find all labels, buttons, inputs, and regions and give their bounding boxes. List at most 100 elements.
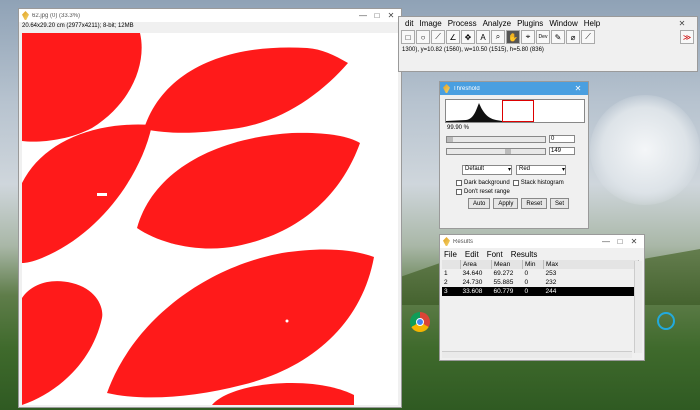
threshold-window[interactable]: Threshold ✕ 99.90 % 0 149 Default ▾ Red ▾ … — [439, 81, 589, 229]
threshold-title: Threshold — [453, 85, 480, 92]
results-vertical-scrollbar[interactable] — [634, 261, 642, 353]
results-horizontal-scrollbar[interactable] — [442, 351, 632, 358]
image-window-titlebar[interactable]: 62.jpg (0) (33.3%) — □ ✕ — [19, 9, 401, 22]
text-tool-icon[interactable]: A — [476, 30, 490, 44]
threshold-options: Dark background Stack histogram Don't re… — [456, 180, 588, 195]
minimize-icon[interactable]: — — [599, 237, 613, 246]
power-icon[interactable] — [657, 312, 675, 330]
threshold-dropdowns: Default ▾ Red ▾ — [462, 165, 588, 175]
table-cell: 55.885 — [493, 279, 514, 286]
table-row[interactable]: 1 34.640 69.272 0 253 — [442, 269, 639, 278]
results-menu-font[interactable]: Font — [487, 250, 503, 260]
results-menu-edit[interactable]: Edit — [465, 250, 479, 260]
threshold-range-box — [502, 100, 534, 122]
leaf — [107, 249, 374, 398]
table-cell: 24.730 — [462, 279, 483, 286]
leaf-spot — [285, 319, 289, 323]
results-title: Results — [453, 238, 474, 245]
apply-button[interactable]: Apply — [493, 198, 519, 209]
column-header[interactable]: Area — [460, 260, 492, 269]
method-select[interactable]: Default ▾ — [462, 165, 512, 175]
angle-tool-icon[interactable]: ∠ — [446, 30, 460, 44]
close-icon[interactable]: ✕ — [675, 19, 689, 29]
table-cell: 60.779 — [491, 287, 523, 296]
table-cell: 3 — [442, 287, 461, 296]
threshold-percent: 99.90 % — [447, 125, 470, 131]
dev-tool-icon[interactable]: Dev — [536, 30, 550, 44]
chevron-down-icon: ▾ — [561, 167, 565, 173]
results-table: Area Mean Min Max 1 34.640 69.272 0 253 … — [442, 260, 639, 296]
oval-tool-icon[interactable]: ○ — [416, 30, 430, 44]
leaf-image — [22, 33, 374, 405]
magnifier-tool-icon[interactable]: ⌕ — [491, 30, 505, 44]
leaf — [22, 281, 103, 405]
image-canvas[interactable] — [22, 33, 398, 405]
imagej-main-window[interactable]: dit Image Process Analyze Plugins Window… — [398, 16, 698, 72]
threshold-buttons: Auto Apply Reset Set — [468, 198, 588, 209]
minimize-icon[interactable]: — — [356, 11, 370, 20]
table-cell: 0 — [522, 287, 544, 296]
min-threshold-slider[interactable] — [446, 135, 546, 143]
dont-reset-checkbox[interactable] — [456, 189, 462, 195]
column-header[interactable]: Mean — [491, 260, 523, 269]
table-cell: 244 — [543, 287, 639, 296]
column-header[interactable]: Min — [522, 260, 544, 269]
rectangle-tool-icon[interactable]: □ — [401, 30, 415, 44]
mode-select[interactable]: Red ▾ — [516, 165, 566, 175]
menu-edit[interactable]: dit — [405, 19, 413, 29]
table-row[interactable]: 2 24.730 55.885 0 232 — [442, 278, 639, 287]
min-threshold-value[interactable]: 0 — [549, 135, 575, 143]
table-row[interactable]: 3 33.608 60.779 0 244 — [442, 287, 639, 296]
flood-fill-tool-icon[interactable]: ⌀ — [566, 30, 580, 44]
table-cell: 2 — [444, 279, 448, 286]
close-icon[interactable]: ✕ — [571, 84, 585, 93]
max-threshold-slider[interactable] — [446, 147, 546, 155]
dark-background-label: Dark background — [464, 180, 510, 186]
stack-histogram-checkbox[interactable] — [512, 180, 519, 186]
auto-button[interactable]: Auto — [468, 198, 491, 209]
method-value: Default — [465, 166, 485, 172]
max-slider-row: 149 — [446, 147, 588, 155]
mode-value: Red — [519, 166, 531, 172]
table-cell: 34.640 — [462, 270, 483, 277]
dark-background-checkbox[interactable] — [456, 180, 462, 186]
table-cell: 0 — [524, 279, 529, 286]
menu-analyze[interactable]: Analyze — [483, 19, 511, 29]
image-info: 20.64x29.20 cm (2977x4211); 8-bit; 12MB — [22, 23, 134, 29]
results-header-row: Area Mean Min Max — [442, 260, 639, 269]
table-cell: 253 — [545, 270, 557, 277]
imagej-feather-icon — [443, 237, 450, 246]
reset-button[interactable]: Reset — [521, 198, 548, 209]
hand-tool-icon[interactable]: ✋ — [506, 30, 520, 44]
threshold-titlebar[interactable]: Threshold ✕ — [440, 82, 588, 95]
close-icon[interactable]: ✕ — [627, 237, 641, 246]
column-header[interactable]: Max — [543, 260, 639, 269]
menu-help[interactable]: Help — [584, 19, 600, 29]
menu-image[interactable]: Image — [419, 19, 441, 29]
results-menu-file[interactable]: File — [444, 250, 457, 260]
dropper-tool-icon[interactable]: ⌖ — [521, 30, 535, 44]
results-menu-results[interactable]: Results — [511, 250, 538, 260]
imagej-feather-icon — [22, 11, 29, 20]
dont-reset-label: Don't reset range — [464, 189, 510, 195]
point-tool-icon[interactable]: ✥ — [461, 30, 475, 44]
leaf — [144, 47, 348, 133]
menu-process[interactable]: Process — [448, 19, 477, 29]
results-window[interactable]: Results — □ ✕ File Edit Font Results Are… — [439, 234, 645, 361]
pencil-tool-icon[interactable]: ✎ — [551, 30, 565, 44]
leaf — [137, 132, 360, 249]
line-tool-icon[interactable]: ⟋ — [431, 30, 445, 44]
menu-plugins[interactable]: Plugins — [517, 19, 543, 29]
close-icon[interactable]: ✕ — [384, 11, 398, 20]
max-threshold-value[interactable]: 149 — [549, 147, 575, 155]
maximize-icon[interactable]: □ — [613, 237, 627, 246]
more-tools-icon[interactable]: ≫ — [680, 30, 694, 44]
maximize-icon[interactable]: □ — [370, 11, 384, 20]
image-window[interactable]: 62.jpg (0) (33.3%) — □ ✕ 20.64x29.20 cm … — [18, 8, 402, 408]
set-button[interactable]: Set — [550, 198, 570, 209]
menu-window[interactable]: Window — [549, 19, 577, 29]
chrome-icon[interactable] — [410, 312, 430, 332]
column-header[interactable] — [442, 260, 461, 269]
arrow-tool-icon[interactable]: ⟋ — [581, 30, 595, 44]
results-titlebar[interactable]: Results — □ ✕ — [440, 235, 644, 248]
